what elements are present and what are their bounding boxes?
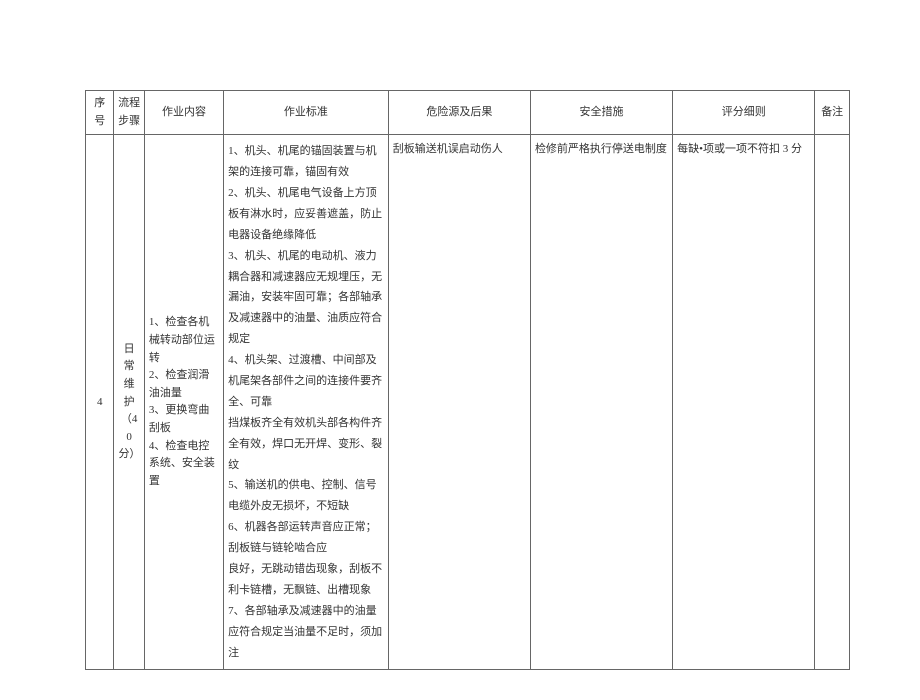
cell-measure: 检修前严格执行停送电制度	[530, 135, 672, 670]
header-standard: 作业标准	[224, 91, 389, 135]
header-score: 评分细则	[673, 91, 815, 135]
cell-risk: 刮板输送机误启动伤人	[388, 135, 530, 670]
header-remark: 备注	[815, 91, 850, 135]
table-header-row: 序号 流程步骤 作业内容 作业标准 危险源及后果 安全措施 评分细则 备注	[86, 91, 850, 135]
header-content: 作业内容	[144, 91, 223, 135]
cell-standard: 1、机头、机尾的锚固装置与机架的连接可靠，锚固有效2、机头、机尾电气设备上方顶板…	[224, 135, 389, 670]
cell-content: 1、检查各机械转动部位运转2、检查润滑油油量3、更换弯曲刮板4、检查电控系统、安…	[144, 135, 223, 670]
cell-step: 日常维护（40分）	[114, 135, 144, 670]
table-row: 4 日常维护（40分） 1、检查各机械转动部位运转2、检查润滑油油量3、更换弯曲…	[86, 135, 850, 670]
header-seq: 序号	[86, 91, 114, 135]
header-measure: 安全措施	[530, 91, 672, 135]
cell-seq: 4	[86, 135, 114, 670]
header-risk: 危险源及后果	[388, 91, 530, 135]
cell-remark	[815, 135, 850, 670]
operation-table: 序号 流程步骤 作业内容 作业标准 危险源及后果 安全措施 评分细则 备注 4 …	[85, 90, 850, 670]
cell-score: 每缺•项或一项不符扣 3 分	[673, 135, 815, 670]
header-step: 流程步骤	[114, 91, 144, 135]
